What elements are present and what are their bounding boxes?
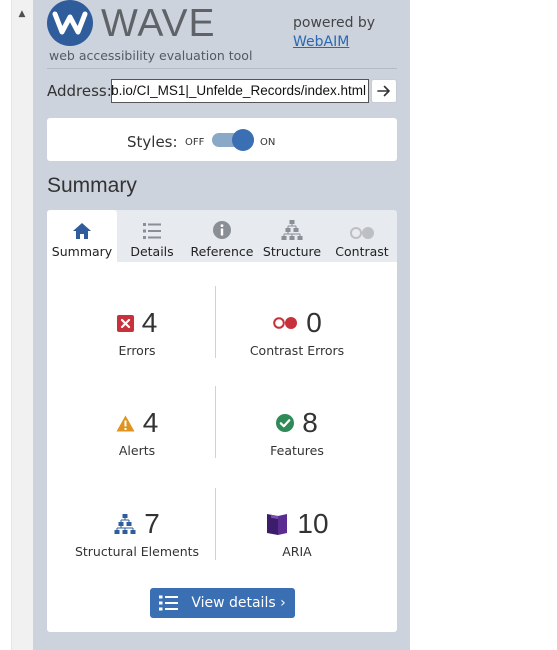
- styles-on-label: ON: [260, 137, 276, 148]
- view-details-label: View details ›: [191, 595, 286, 611]
- tab-label: Details: [130, 244, 174, 259]
- view-details-button[interactable]: View details ›: [150, 588, 295, 618]
- check-icon: [276, 414, 295, 432]
- tab-reference[interactable]: Reference: [187, 210, 257, 262]
- contrast-icon: [350, 227, 374, 239]
- list-icon: [159, 595, 179, 611]
- contrast-errors-count: 0: [306, 307, 322, 338]
- tab-label: Contrast: [335, 244, 389, 259]
- tab-details[interactable]: Details: [117, 210, 187, 262]
- stat-contrast-errors[interactable]: 0 Contrast Errors: [217, 305, 377, 358]
- errors-label: Errors: [118, 343, 156, 358]
- address-go-button[interactable]: [371, 79, 397, 103]
- address-label: Address:: [47, 82, 112, 100]
- structural-label: Structural Elements: [74, 544, 200, 559]
- styles-off-label: OFF: [185, 137, 205, 148]
- home-icon: [73, 223, 91, 239]
- tab-bar: Summary Details Reference Structure Cont…: [47, 210, 397, 262]
- powered-by-text: powered by: [293, 15, 376, 31]
- wave-sidebar-panel: WAVE web accessibility evaluation tool p…: [33, 0, 410, 650]
- styles-toggle-knob[interactable]: [232, 129, 254, 151]
- styles-label: Styles:: [127, 133, 178, 151]
- brand-name: WAVE: [101, 2, 216, 45]
- arrow-right-icon: [377, 85, 390, 97]
- errors-count: 4: [141, 307, 158, 338]
- aria-label: ARIA: [282, 544, 312, 559]
- scrollbar[interactable]: ▲: [0, 0, 33, 650]
- list-icon: [143, 223, 161, 239]
- powered-by: powered by WebAIM: [293, 14, 375, 52]
- tab-structure[interactable]: Structure: [257, 210, 327, 262]
- scroll-up-arrow-icon[interactable]: ▲: [11, 0, 33, 28]
- info-icon: [213, 221, 231, 239]
- wave-logo-icon: [47, 0, 93, 46]
- header-divider: [47, 68, 397, 69]
- aria-count: 10: [297, 508, 329, 539]
- contrast-error-icon: [273, 317, 298, 329]
- tab-summary[interactable]: Summary: [47, 210, 117, 262]
- stat-structural-elements[interactable]: 7 Structural Elements: [57, 506, 217, 559]
- contrast-errors-label: Contrast Errors: [249, 343, 345, 358]
- summary-panel: 4 Errors 0 Contrast Errors 4 Alerts 8 Fe…: [47, 262, 397, 632]
- structural-count: 7: [144, 508, 160, 539]
- structure-icon: [114, 514, 136, 534]
- tab-label: Reference: [190, 244, 254, 259]
- alert-icon: [116, 415, 135, 431]
- tagline: web accessibility evaluation tool: [49, 48, 253, 63]
- webaim-link[interactable]: WebAIM: [293, 33, 375, 52]
- stat-features[interactable]: 8 Features: [217, 405, 377, 458]
- styles-card: Styles: OFF ON: [47, 118, 397, 161]
- styles-toggle[interactable]: [212, 129, 254, 151]
- address-value: ub.io/CI_MS1|_Unfelde_Records/index.html: [111, 83, 366, 98]
- summary-heading: Summary: [47, 174, 137, 197]
- hierarchy-icon: [281, 220, 303, 240]
- alerts-count: 4: [142, 407, 159, 438]
- stat-alerts[interactable]: 4 Alerts: [57, 405, 217, 458]
- address-input[interactable]: ub.io/CI_MS1|_Unfelde_Records/index.html: [111, 79, 369, 103]
- tab-contrast[interactable]: Contrast: [327, 210, 397, 262]
- features-count: 8: [302, 407, 318, 438]
- aria-icon: [267, 514, 288, 535]
- stat-errors[interactable]: 4 Errors: [57, 305, 217, 358]
- scrollbar-track[interactable]: [11, 0, 33, 650]
- alerts-label: Alerts: [118, 443, 156, 458]
- tab-label: Summary: [51, 244, 113, 259]
- stat-aria[interactable]: 10 ARIA: [217, 506, 377, 559]
- features-label: Features: [270, 443, 324, 458]
- tab-label: Structure: [262, 244, 322, 259]
- error-icon: [116, 314, 134, 332]
